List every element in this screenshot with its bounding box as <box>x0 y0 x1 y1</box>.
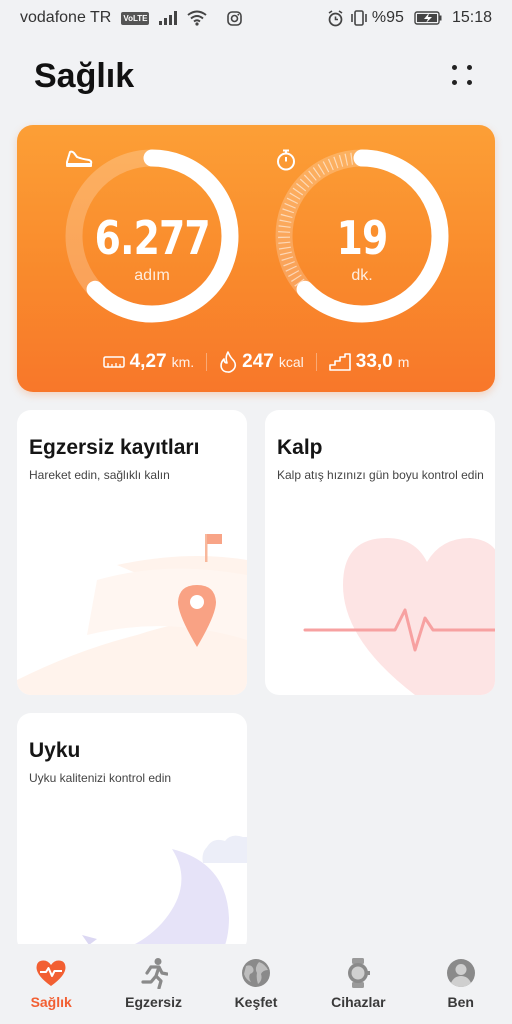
vibrate-icon <box>350 10 368 26</box>
nav-item-devices[interactable]: Cihazlar <box>313 956 403 1010</box>
status-right: %95 15:18 <box>327 9 492 27</box>
active-time-unit: dk. <box>351 267 373 284</box>
dot-icon <box>452 80 457 85</box>
nav-label-me: Ben <box>447 994 474 1010</box>
ruler-icon <box>102 355 125 369</box>
active-time-ring[interactable]: 19 dk. <box>274 148 450 324</box>
nav-item-health[interactable]: Sağlık <box>6 956 96 1010</box>
steps-value: 6.277 <box>94 211 210 265</box>
activity-stats-row: 4,27 km. 247 kcal 33,0 m <box>17 347 495 377</box>
flame-icon <box>219 351 237 373</box>
dot-icon <box>467 80 472 85</box>
steps-ring[interactable]: 6.277 adım <box>64 148 240 324</box>
sleep-subtitle: Uyku kalitenizi kontrol edin <box>29 771 172 785</box>
battery-icon <box>414 11 442 25</box>
time-ring-content: 19 dk. <box>274 148 450 324</box>
wifi-icon <box>187 10 208 26</box>
status-bar: vodafone TR VoLTE %95 15:18 <box>0 0 512 36</box>
calories-value: 247 <box>242 351 274 372</box>
calories-stat: 247 kcal <box>219 351 304 373</box>
heart-subtitle: Kalp atış hızınızı gün boyu kontrol edin <box>277 468 484 482</box>
clock-time: 15:18 <box>451 9 492 26</box>
climb-stat: 33,0 m <box>328 351 410 373</box>
nav-item-discover[interactable]: Keşfet <box>211 956 301 1010</box>
divider <box>315 353 317 371</box>
bottom-navigation: Sağlık Egzersiz Keşfet Cihazlar Ben <box>0 944 512 1024</box>
climb-unit: m <box>397 354 410 370</box>
nav-label-devices: Cihazlar <box>331 994 386 1010</box>
nav-item-exercise[interactable]: Egzersiz <box>109 956 199 1010</box>
exercise-records-card[interactable]: Egzersiz kayıtları Hareket edin, sağlıkl… <box>17 410 247 695</box>
signal-icon <box>159 11 178 25</box>
status-left: vodafone TR VoLTE <box>20 9 243 27</box>
dot-icon <box>467 65 472 70</box>
nav-label-discover: Keşfet <box>234 994 278 1010</box>
nav-label-exercise: Egzersiz <box>125 994 182 1010</box>
stairs-icon <box>328 353 351 371</box>
globe-icon <box>239 956 273 990</box>
header: Sağlık <box>34 52 478 100</box>
watch-icon <box>341 956 375 990</box>
distance-stat: 4,27 km. <box>102 351 195 373</box>
battery-percent: %95 <box>371 9 404 26</box>
heart-title: Kalp <box>277 436 323 459</box>
calories-unit: kcal <box>278 354 304 370</box>
volte-badge: VoLTE <box>121 11 150 25</box>
sleep-title: Uyku <box>29 739 81 762</box>
carrier-label: vodafone TR <box>20 9 112 26</box>
nav-label-health: Sağlık <box>30 994 72 1010</box>
page-title: Sağlık <box>34 56 135 95</box>
steps-ring-content: 6.277 adım <box>64 148 240 324</box>
activity-summary-card[interactable]: 6.277 adım 19 dk. 4,27 km. 247 kcal 33,0… <box>17 125 495 392</box>
more-options-button[interactable] <box>448 61 478 91</box>
exercise-records-subtitle: Hareket edin, sağlıklı kalın <box>29 468 170 482</box>
heart-pulse-icon <box>34 956 68 990</box>
divider <box>206 353 208 371</box>
runner-icon <box>137 956 171 990</box>
instagram-icon <box>227 10 243 26</box>
steps-unit: adım <box>134 267 170 284</box>
dot-icon <box>452 65 457 70</box>
active-time-value: 19 <box>336 211 389 265</box>
distance-unit: km. <box>171 354 195 370</box>
nav-item-me[interactable]: Ben <box>416 956 506 1010</box>
user-icon <box>444 956 478 990</box>
alarm-icon <box>327 9 344 27</box>
climb-value: 33,0 <box>355 351 393 372</box>
exercise-records-title: Egzersiz kayıtları <box>29 436 200 459</box>
sleep-card[interactable]: Uyku Uyku kalitenizi kontrol edin <box>17 713 247 953</box>
heart-card[interactable]: Kalp Kalp atış hızınızı gün boyu kontrol… <box>265 410 495 695</box>
distance-value: 4,27 <box>129 351 167 372</box>
